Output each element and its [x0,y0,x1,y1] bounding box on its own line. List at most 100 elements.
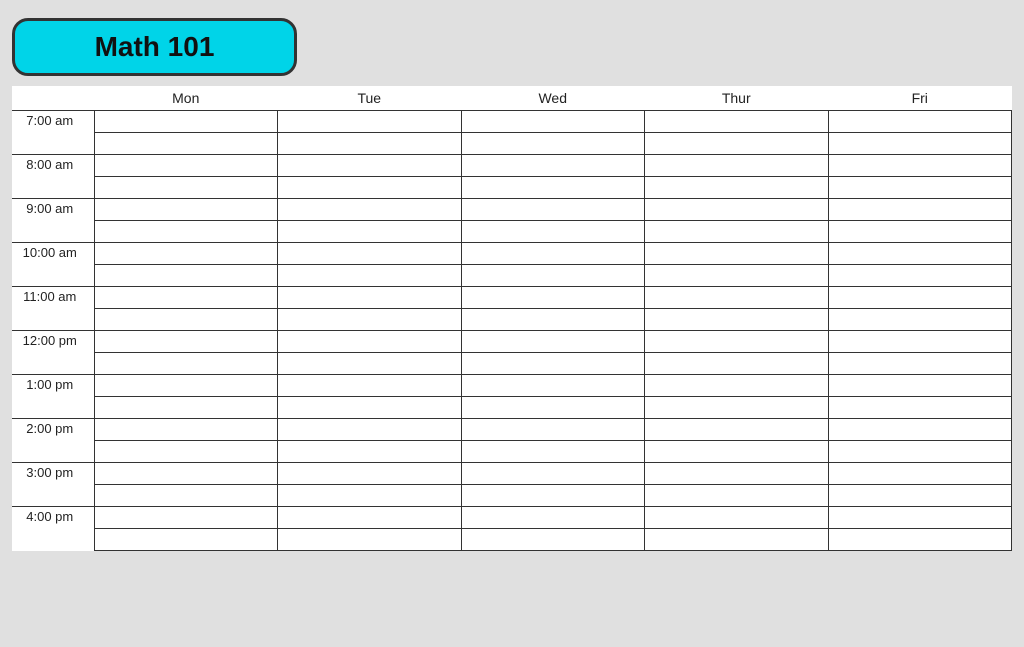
table-row[interactable] [94,177,278,199]
table-row[interactable] [645,375,829,397]
table-row[interactable] [94,199,278,221]
table-row[interactable] [645,529,829,551]
table-row[interactable] [278,287,462,309]
table-row[interactable] [94,485,278,507]
table-row[interactable] [94,507,278,529]
table-row[interactable] [94,353,278,375]
table-row[interactable] [828,111,1012,133]
table-row[interactable] [828,155,1012,177]
table-row[interactable] [278,133,462,155]
course-title-badge[interactable]: Math 101 [12,18,297,76]
table-row[interactable] [461,287,645,309]
table-row[interactable] [645,353,829,375]
table-row[interactable] [461,309,645,331]
table-row[interactable] [645,287,829,309]
table-row[interactable] [461,133,645,155]
table-row[interactable] [278,265,462,287]
table-row[interactable] [645,441,829,463]
table-row[interactable] [278,353,462,375]
table-row[interactable] [278,243,462,265]
table-row[interactable] [828,441,1012,463]
table-row[interactable] [94,265,278,287]
table-row[interactable] [278,507,462,529]
table-row[interactable] [645,221,829,243]
table-row[interactable] [461,397,645,419]
table-row[interactable] [461,111,645,133]
table-row[interactable] [461,265,645,287]
table-row[interactable] [278,199,462,221]
table-row[interactable] [828,287,1012,309]
table-row[interactable] [645,463,829,485]
table-row[interactable] [645,155,829,177]
table-row[interactable] [278,309,462,331]
table-row[interactable] [278,397,462,419]
table-row[interactable] [461,419,645,441]
table-row[interactable] [278,463,462,485]
table-row[interactable] [461,199,645,221]
table-row[interactable] [645,309,829,331]
table-row[interactable] [278,485,462,507]
table-row[interactable] [828,397,1012,419]
table-row[interactable] [645,265,829,287]
table-row[interactable] [461,177,645,199]
table-row[interactable] [461,463,645,485]
table-row[interactable] [461,485,645,507]
table-row[interactable] [828,485,1012,507]
table-row[interactable] [461,353,645,375]
table-row[interactable] [278,177,462,199]
table-row[interactable] [94,111,278,133]
table-row[interactable] [461,331,645,353]
table-row[interactable] [461,243,645,265]
table-row[interactable] [94,529,278,551]
table-row[interactable] [94,243,278,265]
table-row[interactable] [645,111,829,133]
table-row[interactable] [645,199,829,221]
table-row[interactable] [461,441,645,463]
table-row[interactable] [645,331,829,353]
table-row[interactable] [828,463,1012,485]
table-row[interactable] [278,221,462,243]
table-row[interactable] [645,485,829,507]
table-row[interactable] [461,155,645,177]
table-row[interactable] [94,221,278,243]
table-row[interactable] [94,463,278,485]
table-row[interactable] [94,309,278,331]
table-row[interactable] [278,529,462,551]
table-row[interactable] [828,353,1012,375]
table-row[interactable] [828,529,1012,551]
table-row[interactable] [278,375,462,397]
table-row[interactable] [94,133,278,155]
table-row[interactable] [828,177,1012,199]
table-row[interactable] [645,177,829,199]
table-row[interactable] [461,507,645,529]
table-row[interactable] [828,199,1012,221]
table-row[interactable] [828,265,1012,287]
table-row[interactable] [94,287,278,309]
table-row[interactable] [278,155,462,177]
table-row[interactable] [828,243,1012,265]
table-row[interactable] [645,507,829,529]
table-row[interactable] [94,155,278,177]
table-row[interactable] [828,419,1012,441]
table-row[interactable] [645,133,829,155]
table-row[interactable] [94,441,278,463]
table-row[interactable] [828,133,1012,155]
table-row[interactable] [645,397,829,419]
table-row[interactable] [828,375,1012,397]
table-row[interactable] [94,331,278,353]
table-row[interactable] [828,309,1012,331]
table-row[interactable] [828,507,1012,529]
table-row[interactable] [828,331,1012,353]
table-row[interactable] [94,419,278,441]
table-row[interactable] [461,375,645,397]
table-row[interactable] [278,331,462,353]
table-row[interactable] [278,441,462,463]
table-row[interactable] [461,221,645,243]
table-row[interactable] [645,419,829,441]
table-row[interactable] [278,419,462,441]
table-row[interactable] [461,529,645,551]
table-row[interactable] [94,397,278,419]
table-row[interactable] [828,221,1012,243]
table-row[interactable] [278,111,462,133]
table-row[interactable] [94,375,278,397]
